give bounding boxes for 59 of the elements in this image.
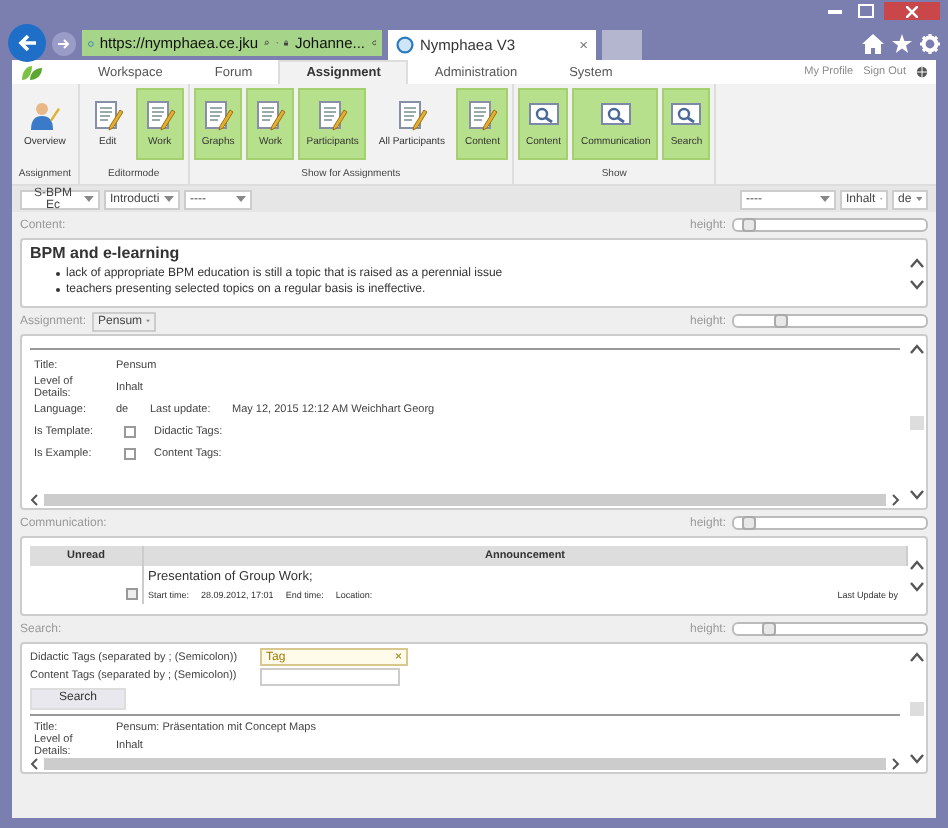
unread-icon[interactable] (126, 588, 138, 600)
caret-icon (84, 196, 94, 202)
scroll-down-icon[interactable] (910, 582, 924, 592)
globe-page-icon (88, 35, 94, 51)
input-field[interactable] (260, 667, 400, 686)
scroll-down-icon[interactable] (910, 279, 924, 289)
slider-thumb[interactable] (742, 218, 757, 232)
scroll-up-icon[interactable] (910, 257, 924, 267)
minimize-icon[interactable] (827, 9, 841, 13)
document-pen-icon (143, 100, 176, 132)
home-icon[interactable] (862, 33, 884, 53)
star-icon[interactable] (892, 33, 912, 53)
scroll-right-icon[interactable] (892, 493, 900, 505)
height-slider[interactable] (732, 218, 928, 232)
maximize-icon[interactable] (858, 4, 874, 18)
document-pen-icon (395, 100, 428, 132)
height-slider[interactable] (732, 622, 928, 636)
slider-thumb[interactable] (762, 622, 777, 636)
document-pen-icon (316, 100, 349, 132)
person-icon (28, 100, 61, 132)
checkbox[interactable] (124, 425, 136, 437)
caret-icon (915, 196, 922, 202)
back-button[interactable] (8, 24, 46, 62)
back-arrow-icon (17, 34, 37, 52)
height-slider[interactable] (732, 516, 928, 530)
scrollbar-thumb[interactable] (910, 701, 924, 715)
scroll-left-icon[interactable] (30, 757, 38, 770)
scroll-up-icon[interactable] (910, 344, 924, 354)
forward-arrow-icon (58, 37, 70, 49)
globe-icon[interactable] (916, 66, 928, 78)
forward-button[interactable] (52, 31, 76, 55)
content-title: BPM and e-learning (28, 242, 182, 266)
caret-icon (820, 196, 830, 202)
scroll-down-icon[interactable] (910, 490, 924, 500)
document-pen-icon (254, 100, 287, 132)
document-pen-icon (466, 100, 499, 132)
height-slider[interactable] (732, 314, 928, 328)
caret-icon (164, 196, 174, 202)
slider-thumb[interactable] (742, 516, 757, 530)
close-icon (906, 5, 918, 17)
checkbox[interactable] (124, 447, 136, 459)
scrollbar-thumb[interactable] (910, 415, 924, 429)
scroll-down-icon[interactable] (910, 754, 924, 764)
settings-icon[interactable] (920, 33, 940, 53)
caret-icon (146, 318, 151, 324)
scroll-left-icon[interactable] (30, 493, 38, 505)
document-pen-icon (91, 100, 124, 132)
horizontal-scrollbar[interactable] (44, 757, 886, 770)
lock-icon (284, 36, 289, 50)
horizontal-scrollbar[interactable] (44, 493, 886, 505)
caret-icon (236, 196, 246, 202)
scroll-up-icon[interactable] (910, 560, 924, 570)
scroll-up-icon[interactable] (910, 652, 924, 662)
slider-thumb[interactable] (773, 314, 788, 328)
document-pen-icon (202, 100, 235, 132)
globe-page-icon (396, 36, 414, 54)
leaves-logo-icon (20, 63, 44, 81)
scroll-right-icon[interactable] (892, 757, 900, 770)
close-button[interactable] (884, 2, 940, 20)
